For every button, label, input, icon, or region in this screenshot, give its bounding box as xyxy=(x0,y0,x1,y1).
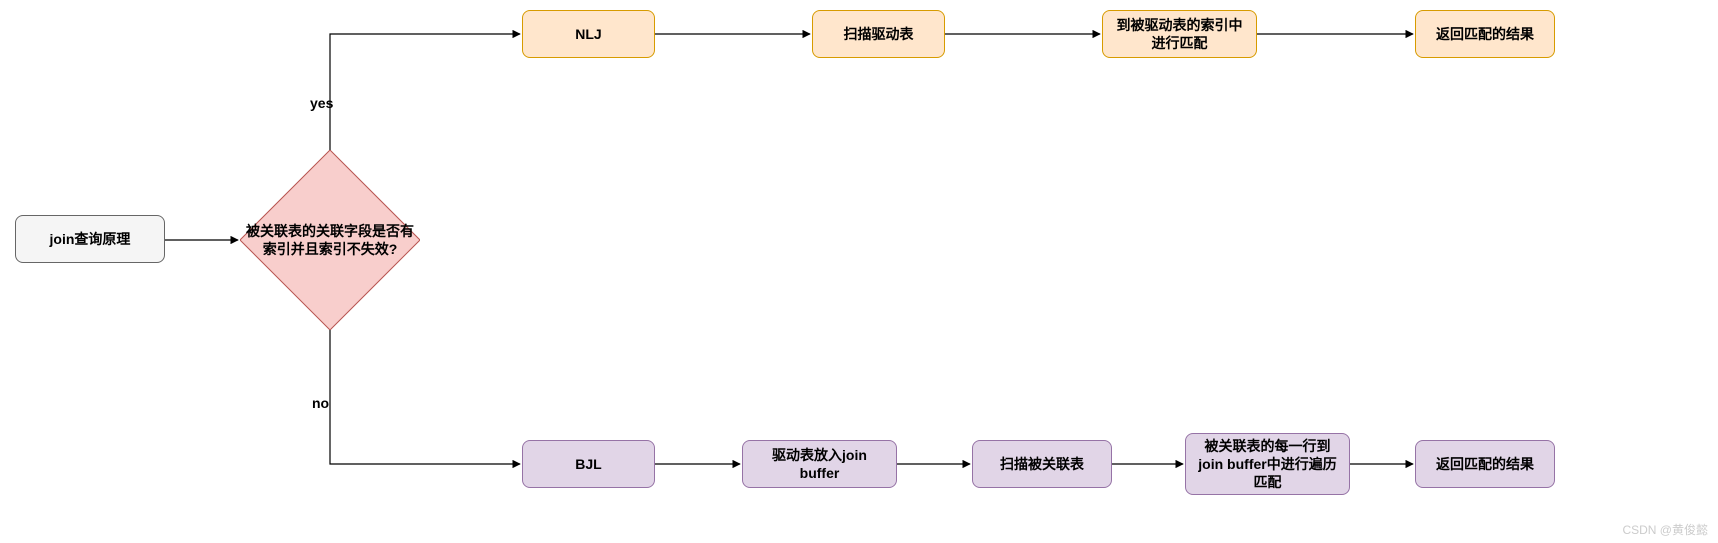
scan-related-label: 扫描被关联表 xyxy=(1000,455,1084,473)
buffer-match-label: 被关联表的每一行到join buffer中进行遍历匹配 xyxy=(1194,437,1341,492)
scan-drive-label: 扫描驱动表 xyxy=(844,25,914,43)
index-match-node: 到被驱动表的索引中进行匹配 xyxy=(1102,10,1257,58)
decision-label: 被关联表的关联字段是否有索引并且索引不失效? xyxy=(240,222,420,258)
bjl-label: BJL xyxy=(575,455,601,473)
bjl-node: BJL xyxy=(522,440,655,488)
edge-scanrelated-buffermatch xyxy=(1112,463,1185,465)
return2-label: 返回匹配的结果 xyxy=(1436,455,1534,473)
edge-start-decision xyxy=(165,239,240,241)
return1-label: 返回匹配的结果 xyxy=(1436,25,1534,43)
nlj-label: NLJ xyxy=(575,25,601,43)
watermark: CSDN @黄俊懿 xyxy=(1622,521,1708,538)
edge-nlj-scandrive xyxy=(655,33,812,35)
edge-bjl-drivebuffer xyxy=(655,463,742,465)
drive-buffer-label: 驱动表放入join buffer xyxy=(751,446,888,482)
edge-decision-bjl xyxy=(328,330,523,466)
drive-buffer-node: 驱动表放入join buffer xyxy=(742,440,897,488)
scan-related-node: 扫描被关联表 xyxy=(972,440,1112,488)
edge-drivebuffer-scanrelated xyxy=(897,463,972,465)
return2-node: 返回匹配的结果 xyxy=(1415,440,1555,488)
buffer-match-node: 被关联表的每一行到join buffer中进行遍历匹配 xyxy=(1185,433,1350,495)
decision-node: 被关联表的关联字段是否有索引并且索引不失效? xyxy=(240,150,420,330)
edge-label-yes: yes xyxy=(310,95,333,111)
scan-drive-node: 扫描驱动表 xyxy=(812,10,945,58)
start-node: join查询原理 xyxy=(15,215,165,263)
nlj-node: NLJ xyxy=(522,10,655,58)
edge-scandrive-indexmatch xyxy=(945,33,1102,35)
return1-node: 返回匹配的结果 xyxy=(1415,10,1555,58)
index-match-label: 到被驱动表的索引中进行匹配 xyxy=(1111,16,1248,52)
edge-decision-nlj xyxy=(328,32,523,152)
edge-label-no: no xyxy=(312,395,329,411)
start-label: join查询原理 xyxy=(50,230,131,248)
edge-buffermatch-return2 xyxy=(1350,463,1415,465)
edge-indexmatch-return1 xyxy=(1257,33,1415,35)
